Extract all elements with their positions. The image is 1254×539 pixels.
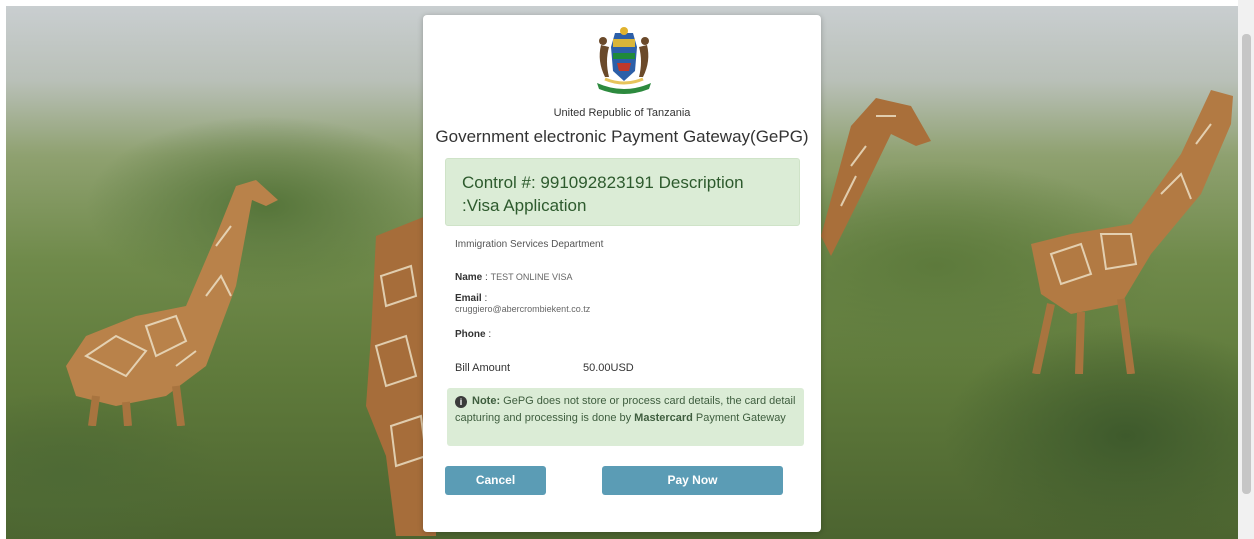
giraffe-left-image [66,180,278,426]
note-brand: Mastercard [634,412,693,424]
email-row: Email : cruggiero@abercrombiekent.co.tz [455,293,591,314]
note-text-after: Payment Gateway [692,412,786,424]
giraffe-right-image [1031,90,1233,374]
phone-label: Phone [455,329,486,340]
control-number-banner: Control #: 991092823191 Description :Vis… [445,158,800,226]
country-name: United Republic of Tanzania [553,107,691,119]
bill-amount-value: 50.00USD [583,362,634,374]
email-label: Email [455,293,482,304]
gateway-title: Government electronic Payment Gateway(Ge… [435,127,809,146]
giraffe-center-right-image [821,98,931,256]
page-scrollbar[interactable] [1238,0,1254,539]
name-row: Name : TEST ONLINE VISA [455,272,573,283]
scrollbar-thumb[interactable] [1242,34,1251,494]
phone-row: Phone : [455,329,492,340]
bill-amount-label: Bill Amount [455,362,511,374]
control-number-text: Control #: 991092823191 Description :Vis… [462,173,744,215]
name-label: Name [455,272,483,283]
info-icon: i [455,396,467,408]
payment-card: United Republic of Tanzania Government e… [423,15,821,532]
card-security-note: i Note: GePG does not store or process ca… [447,388,804,446]
note-label: Note: [472,395,501,407]
pay-now-button[interactable]: Pay Now [602,466,783,495]
coat-of-arms-icon [597,27,651,94]
name-value: TEST ONLINE VISA [490,272,573,282]
email-value: cruggiero@abercrombiekent.co.tz [455,304,591,314]
cancel-button[interactable]: Cancel [445,466,546,495]
department-name: Immigration Services Department [455,239,604,250]
